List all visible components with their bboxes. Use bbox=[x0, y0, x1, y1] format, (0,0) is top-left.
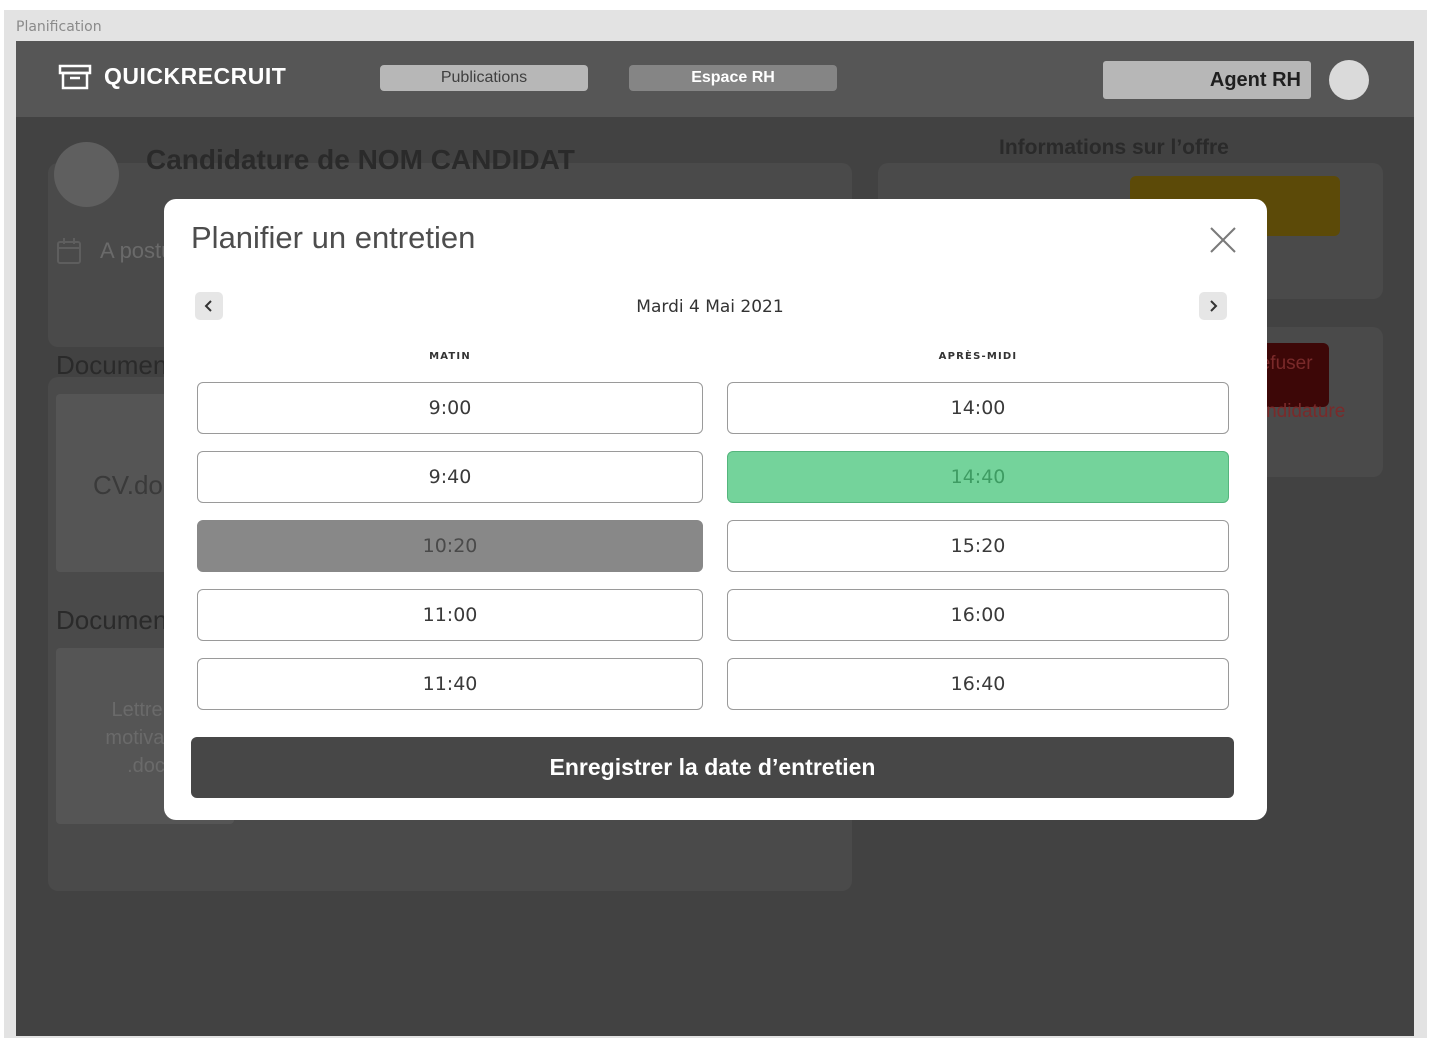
afternoon-slots: 14:00 14:40 15:20 16:00 16:40 bbox=[727, 382, 1229, 710]
logo[interactable]: QUICKRECRUIT bbox=[58, 63, 286, 90]
previous-day-button[interactable] bbox=[195, 292, 223, 320]
time-slot[interactable]: 15:20 bbox=[727, 520, 1229, 572]
time-slot[interactable]: 11:40 bbox=[197, 658, 703, 710]
chevron-left-icon bbox=[204, 300, 212, 312]
chevron-right-icon bbox=[1210, 300, 1218, 312]
calendar-icon bbox=[57, 238, 81, 264]
next-day-button[interactable] bbox=[1199, 292, 1227, 320]
archive-box-icon bbox=[58, 64, 92, 89]
frame-label: Planification bbox=[16, 19, 102, 35]
logo-text: QUICKRECRUIT bbox=[104, 63, 287, 89]
close-icon bbox=[1210, 227, 1236, 253]
nav-publications-button[interactable]: Publications bbox=[380, 65, 588, 91]
navbar: QUICKRECRUIT Publications Espace RH Agen… bbox=[16, 41, 1414, 117]
time-slot[interactable]: 16:40 bbox=[727, 658, 1229, 710]
close-button[interactable] bbox=[1204, 221, 1242, 259]
save-interview-date-button[interactable]: Enregistrer la date d’entretien bbox=[191, 737, 1234, 798]
time-slot[interactable]: 10:20 bbox=[197, 520, 703, 572]
morning-slots: 9:00 9:40 10:20 11:00 11:40 bbox=[197, 382, 703, 710]
time-slot[interactable]: 14:00 bbox=[727, 382, 1229, 434]
selected-date: Mardi 4 Mai 2021 bbox=[636, 297, 784, 317]
time-slot[interactable]: 9:00 bbox=[197, 382, 703, 434]
time-slot[interactable]: 11:00 bbox=[197, 589, 703, 641]
candidate-title: Candidature de NOM CANDIDAT bbox=[146, 144, 575, 175]
time-slot[interactable]: 16:00 bbox=[727, 589, 1229, 641]
schedule-modal: Planifier un entretien Mardi 4 Mai 2021 … bbox=[164, 199, 1267, 820]
user-menu-button[interactable]: Agent RH bbox=[1103, 61, 1311, 99]
avatar[interactable] bbox=[1329, 60, 1369, 100]
modal-title: Planifier un entretien bbox=[191, 220, 476, 255]
morning-label: MATIN bbox=[429, 351, 471, 362]
date-navigator: Mardi 4 Mai 2021 bbox=[193, 292, 1227, 322]
candidate-avatar bbox=[54, 142, 119, 207]
offer-title: Informations sur l’offre bbox=[999, 136, 1229, 159]
nav-espace-rh-button[interactable]: Espace RH bbox=[629, 65, 837, 91]
afternoon-label: APRÈS-MIDI bbox=[938, 351, 1018, 362]
time-slot[interactable]: 14:40 bbox=[727, 451, 1229, 503]
time-slot[interactable]: 9:40 bbox=[197, 451, 703, 503]
